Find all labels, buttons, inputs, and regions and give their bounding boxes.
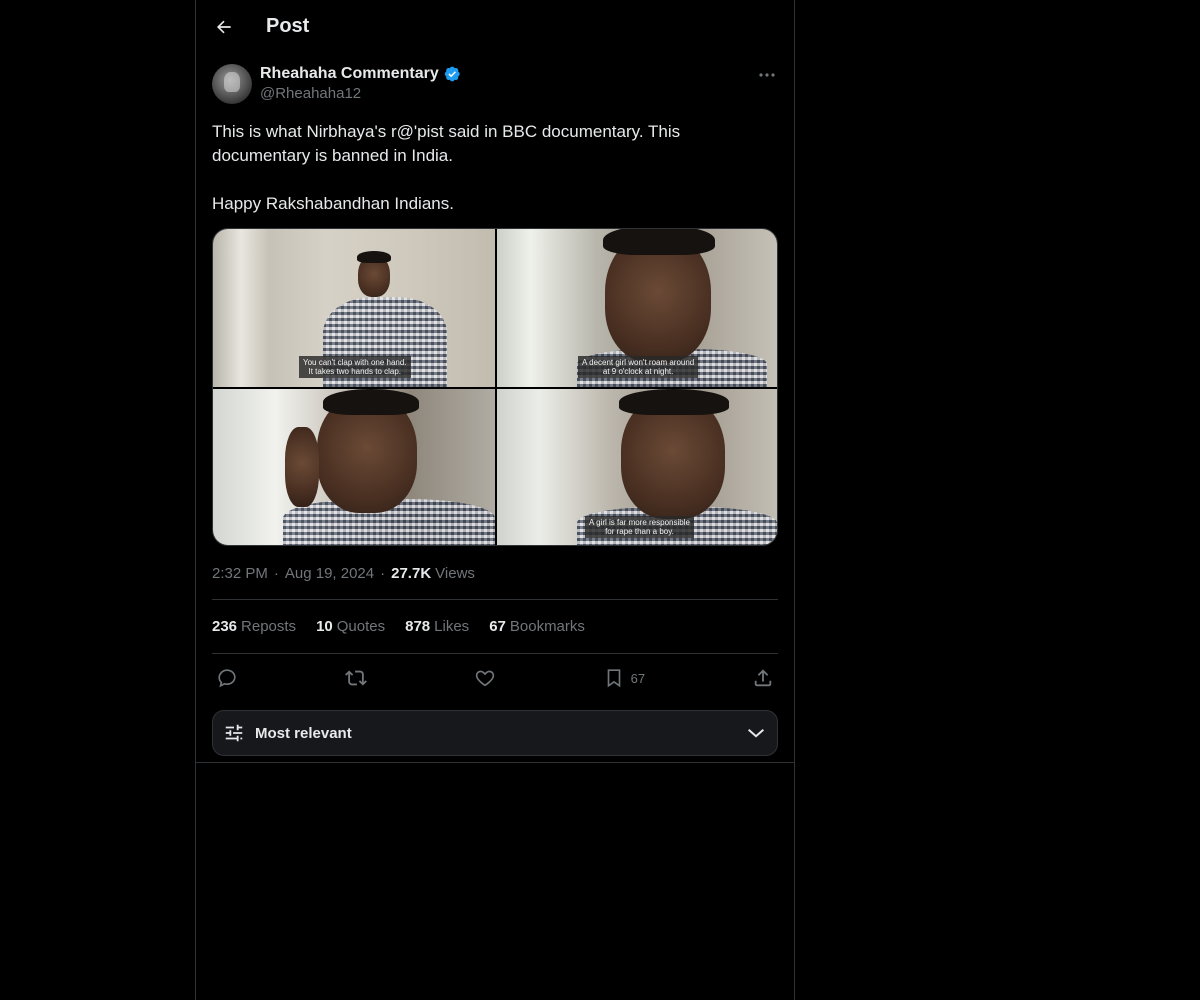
media-image-4[interactable]: A girl is far more responsible for rape … (497, 389, 777, 545)
post: Rheahaha Commentary @Rheahaha12 This is … (212, 64, 778, 756)
media-caption: A decent girl won't roam around at 9 o'c… (578, 356, 699, 378)
author-row: Rheahaha Commentary @Rheahaha12 (212, 64, 778, 106)
author-name-row: Rheahaha Commentary (260, 65, 461, 83)
back-arrow-icon (216, 20, 231, 33)
verified-badge-icon[interactable] (443, 65, 461, 83)
chevron-down-icon (748, 729, 764, 738)
repost-icon (344, 670, 367, 686)
likes-label: Likes (434, 618, 470, 635)
more-button[interactable] (756, 66, 778, 84)
post-text: This is what Nirbhaya's r@'pist said in … (212, 122, 681, 213)
meta-separator: · (380, 564, 386, 582)
quotes-count: 10 (316, 618, 333, 635)
repost-button[interactable] (344, 667, 367, 689)
bookmarks-stat[interactable]: 67 Bookmarks (489, 618, 585, 635)
post-time[interactable]: 2:32 PM (212, 565, 268, 582)
stats-row: 236 Reposts 10 Quotes 878 Likes 67 Bookm… (212, 600, 778, 653)
sort-dropdown[interactable]: Most relevant (212, 710, 778, 756)
sort-label: Most relevant (255, 724, 352, 742)
author-info: Rheahaha Commentary @Rheahaha12 (260, 64, 461, 102)
back-button[interactable] (212, 15, 236, 39)
share-button[interactable] (752, 667, 774, 689)
share-icon (754, 669, 772, 687)
media-image-3[interactable] (213, 389, 495, 545)
bookmark-button[interactable]: 67 (603, 667, 645, 689)
reposts-count: 236 (212, 618, 238, 635)
like-icon (475, 670, 494, 687)
post-meta: 2:32 PM · Aug 19, 2024 · 27.7K Views (212, 563, 778, 583)
reply-button[interactable] (216, 667, 238, 689)
meta-separator: · (273, 564, 279, 582)
reply-icon (218, 669, 236, 688)
media-image-2[interactable]: A decent girl won't roam around at 9 o'c… (497, 229, 777, 387)
media-grid: You can't clap with one hand. It takes t… (212, 228, 778, 546)
author-handle[interactable]: @Rheahaha12 (260, 85, 461, 102)
bookmarks-count: 67 (489, 618, 506, 635)
section-divider (196, 762, 794, 763)
reposts-label: Reposts (241, 618, 297, 635)
reposts-stat[interactable]: 236 Reposts (212, 618, 296, 635)
sliders-icon (225, 724, 243, 742)
author-name[interactable]: Rheahaha Commentary (260, 65, 439, 83)
bookmark-icon (607, 669, 620, 688)
page-title: Post (266, 15, 310, 37)
bookmark-count: 67 (630, 670, 646, 686)
views-label: Views (435, 564, 475, 582)
more-icon (759, 73, 775, 77)
media-caption: You can't clap with one hand. It takes t… (299, 356, 411, 378)
like-button[interactable] (474, 667, 496, 689)
main-column: Post Rheahaha Commentary @Rheahaha12 Thi… (195, 0, 795, 1000)
media-image-1[interactable]: You can't clap with one hand. It takes t… (213, 229, 495, 387)
likes-stat[interactable]: 878 Likes (405, 618, 469, 635)
header: Post (196, 0, 794, 53)
views-count: 27.7K (391, 564, 432, 582)
likes-count: 878 (405, 618, 431, 635)
avatar[interactable] (212, 64, 252, 104)
bookmarks-label: Bookmarks (509, 618, 585, 635)
post-date[interactable]: Aug 19, 2024 (285, 565, 374, 582)
media-caption: A girl is far more responsible for rape … (585, 516, 694, 538)
quotes-stat[interactable]: 10 Quotes (316, 618, 385, 635)
actions-row: 67 (212, 654, 778, 702)
quotes-label: Quotes (336, 618, 386, 635)
